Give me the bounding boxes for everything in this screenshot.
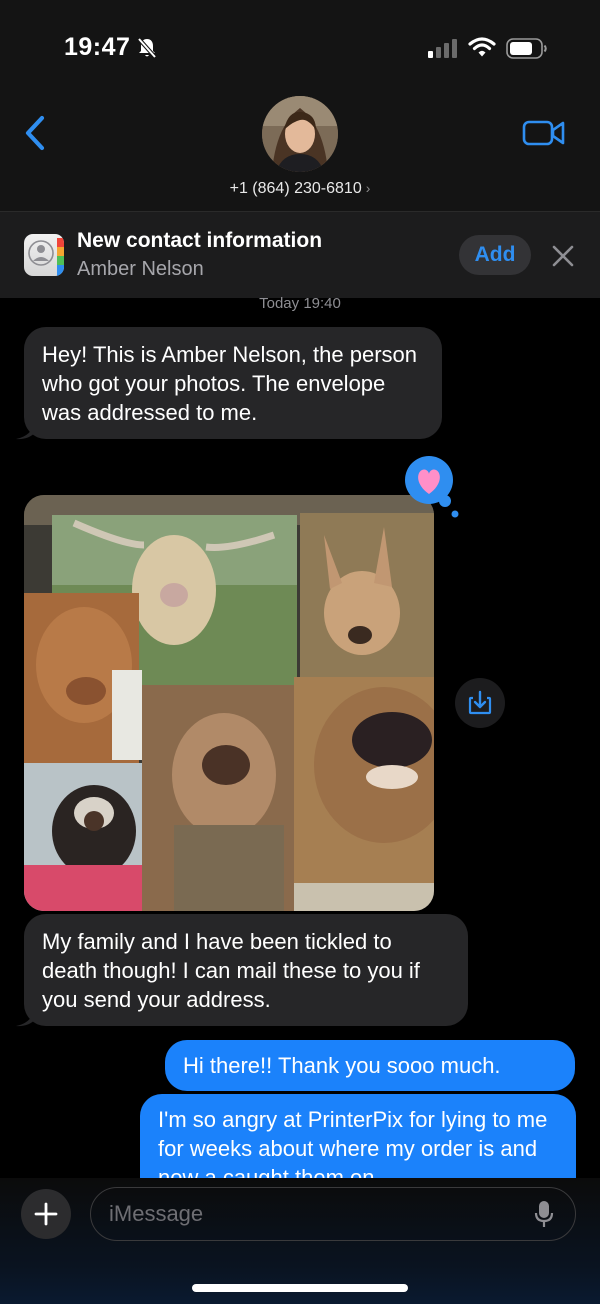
contacts-app-icon [24, 234, 64, 276]
download-icon [468, 690, 492, 715]
home-indicator[interactable] [192, 1284, 408, 1292]
message-bubble-outgoing[interactable]: Hi there!! Thank you sooo much. [165, 1040, 575, 1091]
battery-icon [506, 38, 547, 59]
message-bubble-incoming[interactable]: Hey! This is Amber Nelson, the person wh… [24, 327, 442, 439]
microphone-icon[interactable] [533, 1200, 555, 1228]
close-icon[interactable] [551, 244, 575, 268]
new-contact-banner: New contact information Amber Nelson Add [0, 212, 600, 298]
contact-number-text: +1 (864) 230-6810 [229, 180, 362, 197]
save-photo-button[interactable] [455, 678, 505, 728]
avatar-portrait-image [262, 96, 338, 172]
banner-title: New contact information [77, 229, 323, 252]
banner-subtitle: Amber Nelson [77, 258, 204, 280]
imessage-input[interactable] [90, 1187, 576, 1241]
bell-slash-icon [137, 37, 157, 59]
photo-message[interactable] [24, 495, 434, 911]
message-timestamp: Today 19:40 [259, 295, 341, 312]
message-bubble-incoming[interactable]: My family and I have been tickled to dea… [24, 914, 468, 1026]
chevron-right-icon: › [365, 180, 371, 196]
animal-collage-image [24, 495, 434, 911]
contact-number[interactable]: +1 (864) 230-6810 › [0, 180, 600, 198]
status-bar: 19:47 [0, 0, 600, 96]
add-contact-button[interactable]: Add [459, 235, 531, 275]
video-call-icon[interactable] [522, 118, 566, 148]
apps-plus-button[interactable] [21, 1189, 71, 1239]
message-composer [0, 1178, 600, 1304]
avatar[interactable] [262, 96, 338, 172]
plus-icon [34, 1202, 58, 1226]
heart-reaction-icon[interactable] [402, 456, 460, 518]
status-time: 19:47 [64, 33, 131, 61]
back-chevron-icon[interactable] [22, 114, 48, 152]
wifi-icon [468, 37, 496, 57]
signal-icon [428, 39, 457, 58]
conversation-header: +1 (864) 230-6810 › [0, 96, 600, 212]
